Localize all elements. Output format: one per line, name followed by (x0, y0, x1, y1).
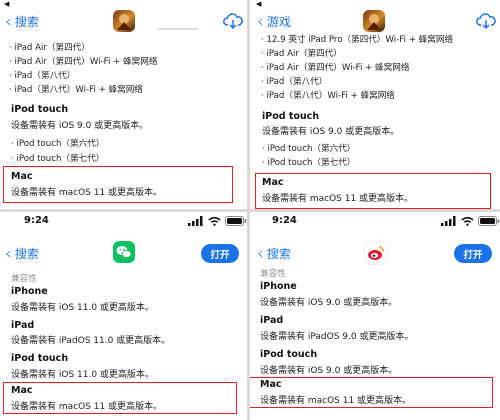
chevron-left-icon: ‹ (5, 243, 12, 264)
list-item: · iPod touch（第七代） (11, 154, 105, 164)
battery-icon (225, 216, 247, 226)
ipod-title: iPod touch (11, 353, 69, 364)
ipad-requirement: 设备需装有 iPadOS 11.0 或更高版本。 (11, 336, 171, 346)
ipod-requirement: 设备需装有 iOS 9.0 或更高版本。 (11, 121, 149, 131)
list-item: · iPad Air（第四代） (9, 43, 90, 53)
status-back-glyph: ◀ (4, 0, 10, 8)
back-button[interactable]: ‹ 搜索 (257, 245, 291, 262)
chevron-left-icon: ‹ (257, 243, 264, 264)
status-back-glyph: ◀ (256, 0, 262, 8)
back-label: 游戏 (266, 15, 291, 29)
ipod-requirement: 设备需装有 iOS 9.0 或更高版本。 (260, 366, 398, 376)
cloud-download-icon[interactable] (223, 12, 243, 30)
chevron-left-icon: ‹ (5, 11, 12, 32)
signal-icon (441, 216, 456, 226)
wechat-icon (113, 241, 135, 263)
panel-bottom-left: 9:24 ‹ 搜索 打开 兼容性 iPhone 设备需装有 iOS 11.0 或… (0, 212, 247, 420)
list-item: · iPod touch（第七代） (262, 158, 356, 168)
ipad-requirement: 设备需装有 iPadOS 9.0 或更高版本。 (260, 332, 414, 342)
mac-requirement: 设备需装有 macOS 11 或更高版本。 (11, 402, 163, 412)
list-item: · 12.9 英寸 iPad Pro（第四代）Wi-Fi + 蜂窝网络 (261, 35, 454, 45)
ipod-requirement: 设备需装有 iOS 9.0 或更高版本。 (262, 127, 400, 137)
ipod-requirement: 设备需装有 iOS 11.0 或更高版本。 (11, 370, 154, 380)
battery-icon (478, 216, 500, 226)
iphone-title: iPhone (11, 286, 48, 297)
panel-top-right: ◀ ‹ 游戏 · 12.9 英寸 iPad Pro（第四代）Wi-Fi + 蜂窝… (250, 0, 500, 209)
panel-top-left: ◀ ‹ 搜索 · iPad Air（第四代） · iPad Air（第四代）Wi… (0, 0, 247, 209)
status-time: 9:24 (24, 215, 49, 226)
open-button[interactable]: 打开 (454, 244, 492, 263)
status-icons (441, 216, 500, 226)
mac-requirement: 设备需装有 macOS 11 或更高版本。 (260, 396, 412, 406)
section-label: 兼容性 (260, 269, 286, 279)
status-icons (188, 216, 247, 226)
wifi-icon (208, 217, 221, 226)
mac-title: Mac (260, 379, 282, 390)
list-item: · iPod touch（第六代） (262, 144, 356, 154)
game-warrior-icon (113, 10, 135, 32)
status-time: 9:24 (272, 215, 297, 226)
wifi-icon (461, 217, 474, 226)
ipod-title: iPod touch (11, 104, 69, 115)
mac-title: Mac (11, 385, 33, 396)
mac-title: Mac (11, 171, 33, 182)
list-item: · iPad（第八代）Wi-Fi + 蜂窝网络 (9, 85, 143, 95)
weibo-icon (364, 241, 388, 265)
list-item: · iPad Air（第四代）Wi-Fi + 蜂窝网络 (261, 63, 410, 73)
list-item: · iPod touch（第六代） (11, 139, 105, 149)
iphone-title: iPhone (260, 281, 297, 292)
game-warrior-icon (363, 10, 385, 32)
iphone-requirement: 设备需装有 iOS 9.0 或更高版本。 (260, 298, 398, 308)
ipad-title: iPad (11, 320, 35, 331)
chevron-left-icon: ‹ (257, 11, 264, 32)
list-item: · iPad Air（第四代）Wi-Fi + 蜂窝网络 (9, 57, 158, 67)
back-button[interactable]: ‹ 搜索 (5, 245, 39, 262)
list-item: · iPad（第八代）Wi-Fi + 蜂窝网络 (261, 91, 395, 101)
list-item: · iPad（第八代） (261, 77, 328, 87)
back-label: 搜索 (14, 247, 39, 261)
signal-icon (188, 216, 203, 226)
back-button[interactable]: ‹ 搜索 (5, 13, 39, 30)
ipod-title: iPod touch (260, 349, 318, 360)
list-item: · iPad Air（第四代） (261, 49, 342, 59)
ipad-title: iPad (260, 315, 284, 326)
back-label: 搜索 (266, 247, 291, 261)
mac-title: Mac (262, 177, 284, 188)
open-button[interactable]: 打开 (201, 244, 239, 263)
back-label: 搜索 (14, 15, 39, 29)
back-button[interactable]: ‹ 游戏 (257, 13, 291, 30)
panel-bottom-right: 9:24 ‹ 搜索 打开 兼容性 iPhone 设备需装有 iOS 9.0 或更… (250, 212, 500, 420)
mac-requirement: 设备需装有 macOS 11 或更高版本。 (262, 194, 414, 204)
ipod-title: iPod touch (262, 111, 320, 122)
cloud-download-icon[interactable] (476, 12, 496, 30)
mac-requirement: 设备需装有 macOS 11 或更高版本。 (11, 188, 163, 198)
scroll-remnant (158, 28, 198, 30)
list-item: · iPad（第八代） (9, 71, 76, 81)
iphone-requirement: 设备需装有 iOS 11.0 或更高版本。 (11, 303, 154, 313)
section-label: 兼容性 (11, 274, 37, 284)
